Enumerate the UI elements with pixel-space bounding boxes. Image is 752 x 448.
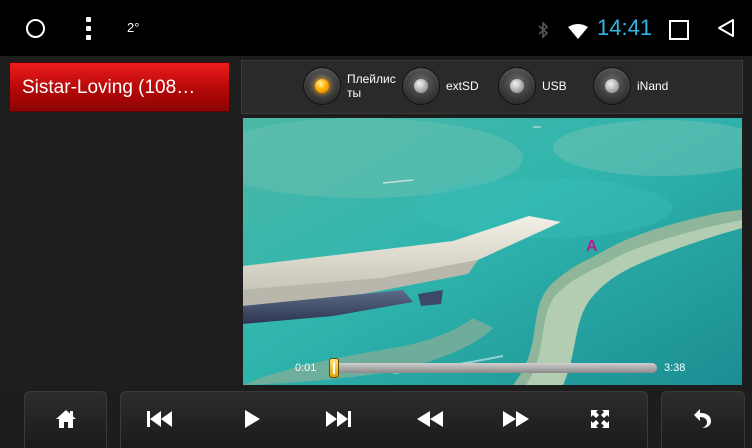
fullscreen-icon[interactable] — [580, 404, 620, 434]
source-inand[interactable]: iNand — [593, 67, 668, 105]
wifi-icon — [568, 24, 588, 39]
clock: 14:41 — [597, 15, 653, 40]
video-frame[interactable]: A — [243, 118, 742, 385]
duration-time: 3:38 — [664, 362, 686, 374]
source-inand-label: iNand — [637, 79, 669, 93]
radio-icon[interactable] — [498, 67, 536, 105]
bluetooth-icon — [538, 22, 549, 38]
video-image: A — [243, 118, 742, 385]
radio-selected-icon[interactable] — [303, 67, 341, 105]
track-item-selected[interactable]: Sistar-Loving (108… — [9, 62, 230, 112]
source-extsd-label: extSD — [446, 79, 479, 93]
next-icon[interactable] — [318, 404, 358, 434]
play-icon[interactable] — [232, 404, 272, 434]
home-icon[interactable] — [46, 404, 86, 434]
radio-icon[interactable] — [593, 67, 631, 105]
previous-icon[interactable] — [140, 404, 180, 434]
recents-icon[interactable] — [669, 20, 689, 40]
radio-icon[interactable] — [402, 67, 440, 105]
fast-forward-icon[interactable] — [496, 404, 536, 434]
circle-icon — [26, 19, 45, 38]
status-bar: 2° 14:41 — [0, 0, 752, 56]
source-playlist-label: Плейлис ты — [347, 72, 396, 100]
overflow-menu-icon[interactable] — [86, 17, 92, 41]
overlay-letter: A — [586, 238, 598, 255]
playback-controls — [120, 391, 648, 448]
source-usb[interactable]: USB — [498, 67, 567, 105]
source-playlist[interactable]: Плейлис ты — [303, 67, 396, 105]
notification-text: 2° — [127, 20, 140, 35]
source-extsd[interactable]: extSD — [402, 67, 479, 105]
source-usb-label: USB — [542, 79, 567, 93]
seek-thumb[interactable] — [329, 358, 339, 378]
back-icon[interactable] — [716, 18, 736, 38]
seek-bar[interactable] — [330, 363, 657, 373]
rewind-icon[interactable] — [410, 404, 450, 434]
return-icon[interactable] — [683, 404, 723, 434]
elapsed-time: 0:01 — [295, 362, 317, 374]
